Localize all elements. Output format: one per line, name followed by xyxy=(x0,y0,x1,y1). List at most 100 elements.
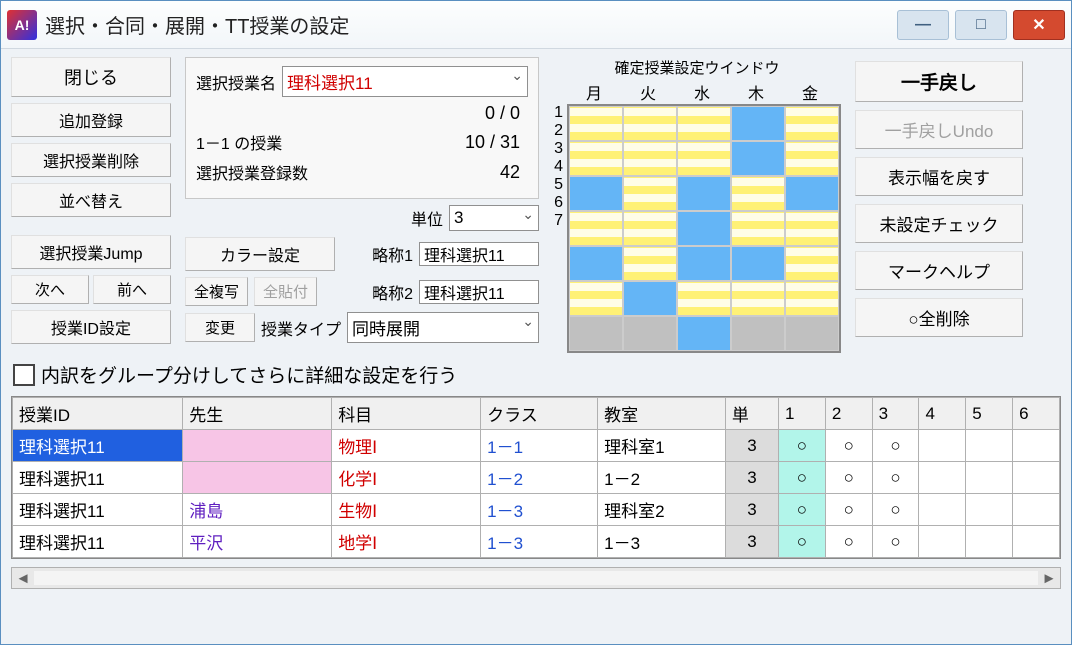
schedule-cell[interactable] xyxy=(623,176,677,211)
schedule-cell[interactable] xyxy=(623,281,677,316)
row-num: 5 xyxy=(547,176,567,194)
schedule-cell[interactable] xyxy=(569,246,623,281)
paste-button[interactable]: 全貼付 xyxy=(254,277,317,306)
col-header[interactable]: 単 xyxy=(725,398,778,430)
type-combo[interactable]: 同時展開 xyxy=(347,312,539,343)
schedule-cell[interactable] xyxy=(677,246,731,281)
name-combo[interactable]: 理科選択11 xyxy=(282,66,528,97)
schedule-cell[interactable] xyxy=(623,246,677,281)
grid-title: 確定授業設定ウインドウ xyxy=(547,57,847,78)
prev-button[interactable]: 前へ xyxy=(93,275,171,304)
scroll-left-icon[interactable]: ◄ xyxy=(12,570,34,587)
abbr1-input[interactable] xyxy=(419,242,539,266)
schedule-cell[interactable] xyxy=(785,176,839,211)
schedule-cell[interactable] xyxy=(569,281,623,316)
schedule-cell[interactable] xyxy=(785,211,839,246)
sort-button[interactable]: 並べ替え xyxy=(11,183,171,217)
close-button[interactable]: 閉じる xyxy=(11,57,171,97)
copy-button[interactable]: 全複写 xyxy=(185,277,248,306)
day-header: 木 xyxy=(729,80,783,104)
id-set-button[interactable]: 授業ID設定 xyxy=(11,310,171,344)
table-row[interactable]: 理科選択11浦島生物Ⅰ1－3理科室23○○○ xyxy=(13,494,1060,526)
row-num: 7 xyxy=(547,212,567,230)
col-header[interactable]: 1 xyxy=(779,398,826,430)
name-label: 選択授業名 xyxy=(196,70,276,94)
group-checkbox[interactable] xyxy=(13,364,35,386)
help-button[interactable]: マークヘルプ xyxy=(855,251,1023,290)
group-checkbox-label: 内訳をグループ分けしてさらに詳細な設定を行う xyxy=(41,361,457,388)
line2-label: 1－1 の授業 xyxy=(196,130,282,154)
row-num: 1 xyxy=(547,104,567,122)
count1: 0 / 0 xyxy=(485,103,528,124)
col-header[interactable]: 科目 xyxy=(332,398,481,430)
col-header[interactable]: 4 xyxy=(919,398,966,430)
horizontal-scrollbar[interactable]: ◄ ► xyxy=(11,567,1061,589)
schedule-cell[interactable] xyxy=(569,141,623,176)
schedule-cell[interactable] xyxy=(569,176,623,211)
schedule-cell[interactable] xyxy=(731,211,785,246)
schedule-cell[interactable] xyxy=(677,141,731,176)
schedule-grid[interactable] xyxy=(567,104,841,353)
schedule-cell[interactable] xyxy=(785,246,839,281)
col-header[interactable]: 6 xyxy=(1013,398,1060,430)
schedule-cell[interactable] xyxy=(677,106,731,141)
detail-table[interactable]: 授業ID先生科目クラス教室単123456 理科選択11物理Ⅰ1－1理科室13○○… xyxy=(12,397,1060,558)
change-button[interactable]: 変更 xyxy=(185,313,255,342)
color-button[interactable]: カラー設定 xyxy=(185,237,335,271)
abbr2-input[interactable] xyxy=(419,280,539,304)
window-title: 選択・合同・展開・TT授業の設定 xyxy=(45,10,897,39)
schedule-cell[interactable] xyxy=(785,106,839,141)
close-window-button[interactable]: ✕ xyxy=(1013,10,1065,40)
line2-value: 10 / 31 xyxy=(465,132,528,153)
schedule-cell[interactable] xyxy=(623,141,677,176)
check-button[interactable]: 未設定チェック xyxy=(855,204,1023,243)
table-row[interactable]: 理科選択11化学Ⅰ1－21－23○○○ xyxy=(13,462,1060,494)
app-icon: A! xyxy=(7,10,37,40)
titlebar: A! 選択・合同・展開・TT授業の設定 — □ ✕ xyxy=(1,1,1071,49)
schedule-cell[interactable] xyxy=(569,211,623,246)
col-header[interactable]: 教室 xyxy=(598,398,726,430)
schedule-cell[interactable] xyxy=(623,106,677,141)
row-num: 4 xyxy=(547,158,567,176)
minimize-button[interactable]: — xyxy=(897,10,949,40)
undo2-button[interactable]: 一手戻しUndo xyxy=(855,110,1023,149)
schedule-cell[interactable] xyxy=(731,141,785,176)
jump-button[interactable]: 選択授業Jump xyxy=(11,235,171,269)
schedule-cell[interactable] xyxy=(677,211,731,246)
type-label: 授業タイプ xyxy=(261,316,341,340)
schedule-cell[interactable] xyxy=(785,141,839,176)
col-header[interactable]: 2 xyxy=(825,398,872,430)
schedule-cell[interactable] xyxy=(731,246,785,281)
undo-button[interactable]: 一手戻し xyxy=(855,61,1023,102)
schedule-cell[interactable] xyxy=(677,176,731,211)
col-header[interactable]: クラス xyxy=(481,398,598,430)
schedule-cell[interactable] xyxy=(677,316,731,351)
schedule-cell[interactable] xyxy=(731,176,785,211)
line3-label: 選択授業登録数 xyxy=(196,160,308,184)
maximize-button[interactable]: □ xyxy=(955,10,1007,40)
col-header[interactable]: 5 xyxy=(966,398,1013,430)
col-header[interactable]: 先生 xyxy=(183,398,332,430)
schedule-cell[interactable] xyxy=(569,106,623,141)
col-header[interactable]: 授業ID xyxy=(13,398,183,430)
schedule-cell[interactable] xyxy=(623,316,677,351)
schedule-cell[interactable] xyxy=(785,281,839,316)
schedule-cell[interactable] xyxy=(677,281,731,316)
abbr2-label: 略称2 xyxy=(372,280,413,304)
schedule-cell[interactable] xyxy=(731,316,785,351)
schedule-cell[interactable] xyxy=(785,316,839,351)
schedule-cell[interactable] xyxy=(623,211,677,246)
table-row[interactable]: 理科選択11平沢地学Ⅰ1－31－33○○○ xyxy=(13,526,1060,558)
next-button[interactable]: 次へ xyxy=(11,275,89,304)
schedule-cell[interactable] xyxy=(731,281,785,316)
table-row[interactable]: 理科選択11物理Ⅰ1－1理科室13○○○ xyxy=(13,430,1060,462)
schedule-cell[interactable] xyxy=(731,106,785,141)
schedule-cell[interactable] xyxy=(569,316,623,351)
unit-combo[interactable]: 3 xyxy=(449,205,539,231)
col-header[interactable]: 3 xyxy=(872,398,919,430)
scroll-right-icon[interactable]: ► xyxy=(1038,570,1060,587)
delete-all-button[interactable]: ○全削除 xyxy=(855,298,1023,337)
delete-button[interactable]: 選択授業削除 xyxy=(11,143,171,177)
add-button[interactable]: 追加登録 xyxy=(11,103,171,137)
reset-width-button[interactable]: 表示幅を戻す xyxy=(855,157,1023,196)
